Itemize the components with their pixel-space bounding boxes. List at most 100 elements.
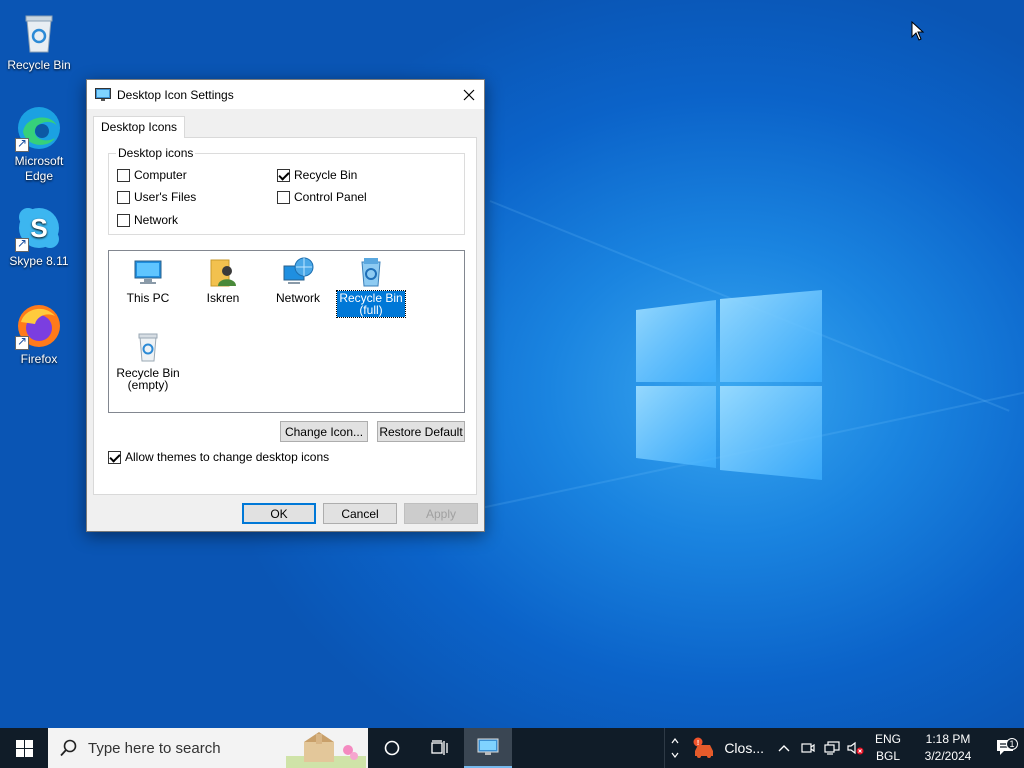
input-language-indicator[interactable]: ENG BGL xyxy=(868,731,908,765)
checkbox-recycle-bin[interactable]: Recycle Bin xyxy=(277,168,357,182)
language-code: ENG xyxy=(874,732,901,746)
desktop-icon-label: Recycle Bin xyxy=(7,58,71,72)
checkbox-computer[interactable]: Computer xyxy=(117,168,187,182)
checkbox-control-panel[interactable]: Control Panel xyxy=(277,190,367,204)
recycle-bin-icon xyxy=(15,8,63,56)
shortcut-arrow-icon xyxy=(15,136,29,152)
list-item-recycle-bin-empty[interactable]: Recycle Bin (empty) xyxy=(111,331,185,392)
checkbox-box[interactable] xyxy=(277,168,290,182)
mouse-cursor-icon xyxy=(911,21,925,41)
chevron-updown-icon xyxy=(671,738,679,758)
cortana-icon xyxy=(384,740,400,756)
label-line: (full) xyxy=(359,303,383,317)
restore-default-button[interactable]: Restore Default xyxy=(377,421,465,442)
close-icon xyxy=(463,89,475,100)
search-icon xyxy=(60,739,77,757)
skype-icon: S xyxy=(15,204,63,252)
firefox-icon xyxy=(15,302,63,350)
windows-start-icon xyxy=(15,739,33,757)
system-tray: ! Clos... ENG BGL 1:18 PM 3/2/2024 1 xyxy=(664,728,1024,768)
network-icon xyxy=(282,256,314,288)
volume-muted-icon xyxy=(847,741,864,755)
checkbox-label: Computer xyxy=(134,168,187,182)
desktop-icon-edge[interactable]: Microsoft Edge xyxy=(1,104,77,184)
checkbox-label: User's Files xyxy=(134,190,197,204)
dialog-title: Desktop Icon Settings xyxy=(117,87,234,102)
desktop-icon-label: Firefox xyxy=(20,352,58,366)
checkbox-box[interactable] xyxy=(117,190,130,204)
checkbox-box[interactable] xyxy=(117,213,130,227)
clock-date: 3/2/2024 xyxy=(924,749,972,763)
checkbox-box[interactable] xyxy=(277,190,290,204)
checkbox-box[interactable] xyxy=(108,450,121,464)
checkbox-box[interactable] xyxy=(117,168,130,182)
ok-button[interactable]: OK xyxy=(242,503,316,524)
checkbox-label: Control Panel xyxy=(294,190,367,204)
checkbox-allow-themes[interactable]: Allow themes to change desktop icons xyxy=(108,450,329,464)
recycle-bin-full-icon xyxy=(355,256,387,288)
desktop-icon-skype[interactable]: S Skype 8.11 xyxy=(1,204,77,269)
clock[interactable]: 1:18 PM 3/2/2024 xyxy=(908,731,988,765)
task-view-icon xyxy=(431,740,448,755)
start-button[interactable] xyxy=(0,728,48,768)
list-item-recycle-bin-full[interactable]: Recycle Bin (full) xyxy=(334,256,408,318)
keyboard-layout: BGL xyxy=(875,749,900,763)
list-item-label: Recycle Bin (full) xyxy=(336,290,406,318)
shortcut-arrow-icon xyxy=(15,236,29,252)
cortana-button[interactable] xyxy=(368,728,416,768)
clock-time: 1:18 PM xyxy=(925,732,971,746)
list-item-user-folder[interactable]: Iskren xyxy=(186,256,260,305)
show-hidden-icons-button[interactable] xyxy=(772,744,796,752)
taskbar: Type here to search ! Clos... ENG BGL 1:… xyxy=(0,728,1024,768)
desktop-icon-firefox[interactable]: Firefox xyxy=(1,302,77,367)
traffic-alert-icon: ! xyxy=(693,737,714,758)
chevron-up-icon xyxy=(778,745,790,752)
list-item-network[interactable]: Network xyxy=(261,256,335,305)
action-center-button[interactable]: 1 xyxy=(988,738,1024,757)
cancel-button[interactable]: Cancel xyxy=(323,503,397,524)
show-more-scroll-button[interactable] xyxy=(664,728,684,768)
notification-count-badge: 1 xyxy=(1006,738,1018,750)
desktop-icon-recycle-bin[interactable]: Recycle Bin xyxy=(1,8,77,73)
weather-text: Clos... xyxy=(724,740,764,756)
search-box[interactable]: Type here to search xyxy=(48,728,368,768)
search-highlight-illustration-icon xyxy=(286,732,366,768)
display-settings-icon xyxy=(95,87,111,101)
search-placeholder: Type here to search xyxy=(88,739,221,757)
svg-text:!: ! xyxy=(697,740,699,747)
camera-icon xyxy=(801,743,815,753)
change-icon-button[interactable]: Change Icon... xyxy=(280,421,368,442)
list-item-label: Iskren xyxy=(206,291,240,305)
recycle-bin-empty-icon xyxy=(132,331,164,363)
network-status-button[interactable] xyxy=(820,741,844,755)
tab-panel: Desktop icons Computer Recycle Bin User'… xyxy=(93,137,477,495)
list-item-label: Recycle Bin (empty) xyxy=(114,366,181,392)
user-folder-icon xyxy=(207,256,239,288)
shortcut-arrow-icon xyxy=(15,334,29,350)
checkbox-users-files[interactable]: User's Files xyxy=(117,190,196,204)
checkbox-label: Recycle Bin xyxy=(294,168,358,182)
meet-now-button[interactable] xyxy=(796,741,820,755)
display-settings-icon xyxy=(477,738,499,755)
list-item-label: This PC xyxy=(126,291,170,305)
windows-logo-wallpaper xyxy=(636,290,822,480)
desktop-icon-settings-dialog: Desktop Icon Settings Desktop Icons Desk… xyxy=(86,79,485,532)
title-bar[interactable]: Desktop Icon Settings xyxy=(87,80,484,109)
tab-desktop-icons[interactable]: Desktop Icons xyxy=(93,116,186,138)
desktop-icon-label: Skype 8.11 xyxy=(9,254,69,268)
icon-list[interactable]: This PC Iskren Network Recycle Bin (full… xyxy=(108,250,465,413)
weather-widget[interactable]: ! Clos... xyxy=(684,728,772,768)
checkbox-label: Allow themes to change desktop icons xyxy=(125,450,330,464)
taskbar-app-desktop-icon-settings[interactable] xyxy=(464,728,512,768)
desktop-icon-label: Microsoft Edge xyxy=(14,154,64,183)
close-button[interactable] xyxy=(454,80,484,109)
network-wired-icon xyxy=(824,741,840,755)
list-item-this-pc[interactable]: This PC xyxy=(111,256,185,305)
apply-button[interactable]: Apply xyxy=(404,503,478,524)
checkbox-label: Network xyxy=(134,213,179,227)
desktop-icons-group: Desktop icons Computer Recycle Bin User'… xyxy=(108,146,465,235)
label-line: (empty) xyxy=(127,378,169,392)
checkbox-network[interactable]: Network xyxy=(117,213,178,227)
task-view-button[interactable] xyxy=(416,728,464,768)
volume-button[interactable] xyxy=(844,741,868,755)
